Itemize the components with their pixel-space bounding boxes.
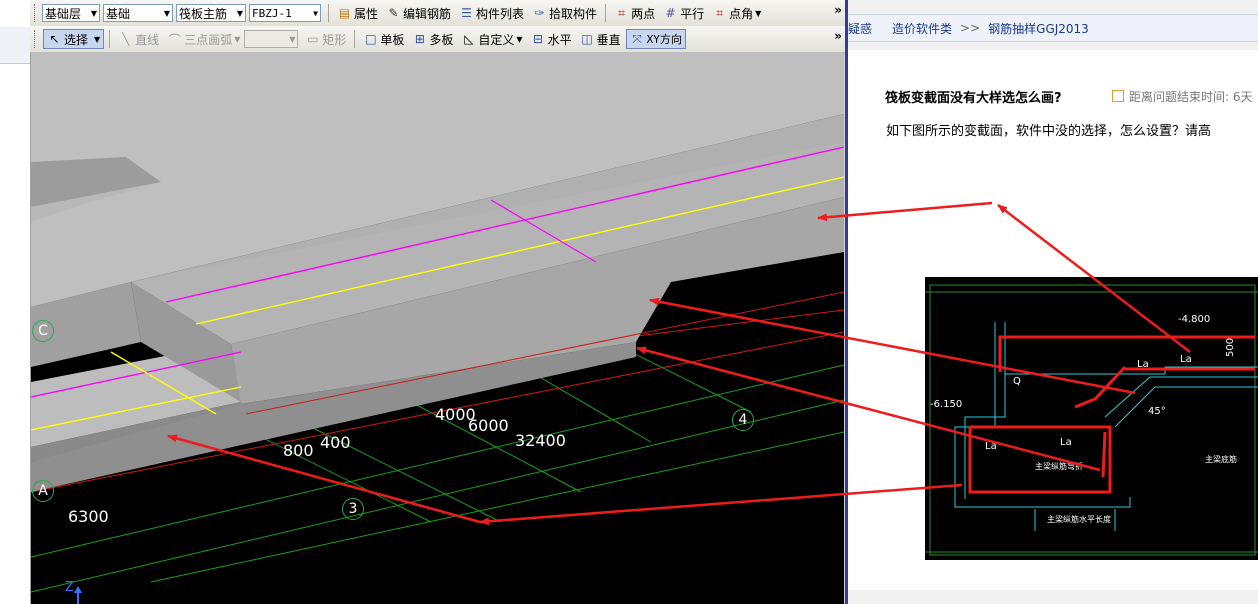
toolbar-overflow-icon[interactable]: »	[834, 3, 842, 17]
drawing-label: La	[985, 441, 997, 452]
dimension-label: 6300	[68, 507, 109, 526]
list-icon: ☰	[461, 6, 472, 20]
axis-marker-3: 3	[342, 498, 364, 520]
shape-select[interactable]: ▼	[244, 30, 299, 48]
z-axis-arrow-icon	[74, 586, 82, 604]
three-point-arc-button[interactable]: ⌒ 三点画弧 ▼	[164, 29, 243, 49]
custom-button[interactable]: ◺ 自定义 ▼	[458, 29, 525, 49]
arc-icon: ⌒	[168, 32, 181, 47]
axis-marker-4: 4	[732, 409, 754, 431]
drawing-label: 500	[1225, 338, 1236, 357]
pencil-icon: ✎	[388, 6, 399, 20]
time-remaining: 距离问题结束时间: 6天	[1112, 88, 1253, 105]
parallel-icon: #	[665, 6, 676, 20]
question-panel: 筏板变截面没有大样选怎么画? 距离问题结束时间: 6天 如下图所示的变截面，软件…	[848, 50, 1258, 590]
two-point-button[interactable]: ⌗ 两点	[611, 3, 658, 23]
dimension-label: 400	[320, 433, 351, 452]
drawing-label: La	[1180, 354, 1192, 365]
3d-viewport[interactable]: 800 400 4000 6000 32400 6300 C A 3 4 Z	[31, 52, 844, 604]
web-page: 疑惑 造价软件类 >> 钢筋抽样GGJ2013 筏板变截面没有大样选怎么画? 距…	[848, 0, 1258, 604]
vertical-button[interactable]: ◫ 垂直	[577, 29, 624, 49]
line-button[interactable]: ╲ 直线	[115, 29, 162, 49]
multi-slab-icon: ⊞	[414, 32, 425, 46]
cursor-icon: ↖	[49, 32, 60, 46]
dimension-label: 800	[283, 441, 314, 460]
clock-icon	[1112, 90, 1124, 102]
properties-icon: ▤	[338, 6, 351, 20]
drawing-label: La	[1060, 437, 1072, 448]
section-drawing: -4.800 -6.150 La La La La Q 500 45° 主梁纵筋…	[925, 277, 1258, 560]
type-select[interactable]: 筏板主筋 ▼	[176, 4, 246, 22]
breadcrumb-item[interactable]: 造价软件类	[892, 20, 952, 37]
properties-button[interactable]: ▤ 属性	[334, 3, 381, 23]
toolbar-main: 基础层 ▼ 基础 ▼ 筏板主筋 ▼ FBZJ-1 ▼ ▤ 属性 ✎ 编辑钢筋 ☰ 构件列表 ✑…	[30, 0, 846, 27]
edit-rebar-button[interactable]: ✎ 编辑钢筋	[383, 3, 454, 23]
toolbar-grip[interactable]	[34, 4, 38, 22]
rectangle-button[interactable]: ▭ 矩形	[302, 29, 349, 49]
component-list-button[interactable]: ☰ 构件列表	[456, 3, 527, 23]
single-slab-button[interactable]: □ 单板	[360, 29, 407, 49]
drawing-label: 45°	[1148, 406, 1166, 417]
point-angle-icon: ⌗	[716, 5, 723, 20]
custom-shape-icon: ◺	[464, 32, 474, 46]
xy-direction-icon: ⤧	[632, 31, 642, 46]
vertical-icon: ◫	[581, 32, 593, 46]
section-drawing-image: -4.800 -6.150 La La La La Q 500 45° 主梁纵筋…	[925, 277, 1258, 560]
3d-scene	[31, 52, 844, 593]
question-body: 如下图所示的变截面，软件中没的选择，怎么设置？请高	[886, 124, 1212, 139]
single-slab-icon: □	[365, 32, 377, 46]
select-button[interactable]: ↖ 选择 ▼	[43, 29, 105, 49]
toolbar-overflow-icon[interactable]: »	[834, 29, 842, 43]
drawing-label: 主梁纵筋弯折	[1035, 461, 1083, 471]
question-title: 筏板变截面没有大样选怎么画?	[885, 91, 1062, 106]
dimension-label: 32400	[515, 431, 566, 450]
drawing-label: -6.150	[930, 399, 962, 410]
two-point-icon: ⌗	[618, 5, 625, 20]
pick-component-button[interactable]: ✑ 拾取构件	[529, 3, 600, 23]
breadcrumb-separator: >>	[960, 21, 981, 35]
horizontal-button[interactable]: ⊟ 水平	[528, 29, 575, 49]
drawing-label: 主梁纵筋水平长度	[1047, 514, 1111, 524]
breadcrumb-item[interactable]: 钢筋抽样GGJ2013	[988, 20, 1089, 37]
floor-select[interactable]: 基础层 ▼	[42, 4, 100, 22]
toolbar-draw: ↖ 选择 ▼ ╲ 直线 ⌒ 三点画弧 ▼ ▼ ▭ 矩形 □ 单板 ⊞ 多板 ◺ 自定义 ▼ ⊟ 水平 …	[30, 26, 846, 53]
point-angle-button[interactable]: ⌗ 点角 ▼	[709, 3, 764, 23]
xy-direction-button[interactable]: ⤧ XY方向	[625, 29, 686, 49]
eyedropper-icon: ✑	[534, 6, 545, 20]
rectangle-icon: ▭	[307, 32, 319, 46]
category-select[interactable]: 基础 ▼	[103, 4, 173, 22]
cad-application: 基础层 ▼ 基础 ▼ 筏板主筋 ▼ FBZJ-1 ▼ ▤ 属性 ✎ 编辑钢筋 ☰ 构件列表 ✑…	[0, 0, 846, 604]
multi-slab-button[interactable]: ⊞ 多板	[409, 29, 456, 49]
left-panel-strip	[0, 0, 31, 604]
parallel-button[interactable]: # 平行	[660, 3, 707, 23]
horizontal-icon: ⊟	[533, 32, 544, 46]
member-select[interactable]: FBZJ-1 ▼	[249, 4, 321, 22]
line-icon: ╲	[122, 32, 130, 46]
dimension-label: 6000	[468, 416, 509, 435]
drawing-label: 主梁底筋	[1205, 454, 1237, 464]
drawing-label: Q	[1013, 376, 1021, 387]
drawing-label: -4.800	[1178, 314, 1210, 325]
axis-marker-c: C	[32, 320, 54, 342]
axis-marker-a: A	[32, 480, 54, 502]
breadcrumb: 疑惑 造价软件类 >> 钢筋抽样GGJ2013	[848, 14, 1258, 42]
drawing-label: La	[1137, 359, 1149, 370]
toolbar-grip[interactable]	[34, 30, 38, 48]
breadcrumb-item[interactable]: 疑惑	[848, 20, 872, 37]
